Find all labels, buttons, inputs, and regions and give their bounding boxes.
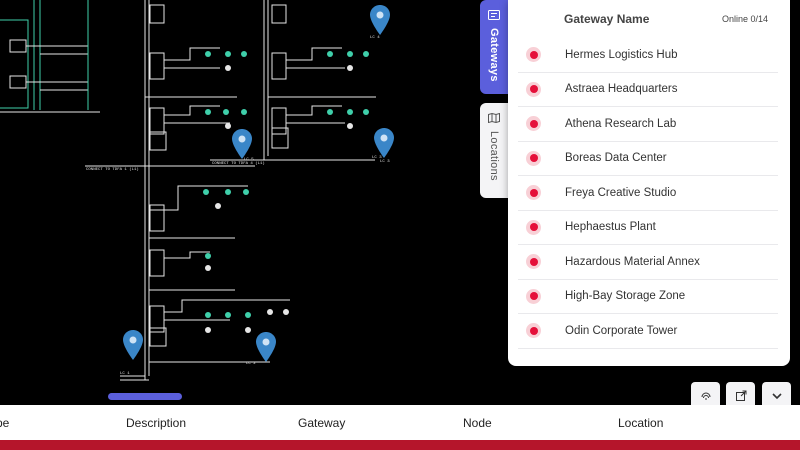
gateway-name: Astraea Headquarters bbox=[565, 83, 678, 96]
map-pin-icon[interactable] bbox=[256, 332, 276, 362]
gateway-name: Odin Corporate Tower bbox=[565, 324, 678, 337]
lc-label-a: LC 4 bbox=[370, 36, 380, 40]
tab-gateways[interactable]: Gateways bbox=[480, 0, 508, 94]
gateway-row[interactable]: Freya Creative Studio bbox=[518, 176, 778, 211]
map-pin-icon[interactable] bbox=[374, 128, 394, 158]
gateway-list: Hermes Logistics Hub Astraea Headquarter… bbox=[508, 38, 790, 349]
column-header-type[interactable]: pe bbox=[0, 416, 9, 430]
horizontal-scrollbar-thumb[interactable] bbox=[108, 393, 182, 400]
offline-status-icon bbox=[526, 254, 541, 270]
lc-label-e: LC 1 bbox=[120, 372, 130, 376]
map-pin-icon[interactable] bbox=[123, 330, 143, 360]
chevron-down-icon bbox=[771, 392, 782, 399]
gateway-name: Boreas Data Center bbox=[565, 152, 667, 165]
offline-status-icon bbox=[526, 323, 541, 339]
gateway-row[interactable]: High-Bay Storage Zone bbox=[518, 280, 778, 314]
map-icon bbox=[488, 113, 500, 123]
gateway-row[interactable]: Hephaestus Plant bbox=[518, 211, 778, 245]
gateway-name: Hermes Logistics Hub bbox=[565, 48, 678, 61]
tab-locations[interactable]: Locations bbox=[480, 103, 508, 198]
column-header-gateway[interactable]: Gateway bbox=[298, 416, 345, 430]
lc-label-f: LC 3 bbox=[380, 160, 390, 164]
gateway-row[interactable]: Odin Corporate Tower bbox=[518, 314, 778, 349]
device-table-header: pe Description Gateway Node Location bbox=[0, 405, 800, 440]
connect-label-1: CONNECT TO TDFA 1 (L1) bbox=[86, 167, 139, 172]
gateway-row[interactable]: Boreas Data Center bbox=[518, 142, 778, 176]
offline-status-icon bbox=[526, 150, 541, 166]
gateway-name-header: Gateway Name bbox=[564, 12, 650, 26]
offline-status-icon bbox=[526, 219, 541, 235]
gateway-name: Hazardous Material Annex bbox=[565, 255, 700, 268]
column-header-node[interactable]: Node bbox=[463, 416, 492, 430]
gateway-row[interactable]: Hazardous Material Annex bbox=[518, 245, 778, 280]
offline-status-icon bbox=[526, 288, 541, 304]
tab-locations-label: Locations bbox=[488, 131, 500, 181]
map-pin-icon[interactable] bbox=[370, 5, 390, 35]
lc-label-d: LC 2 bbox=[246, 362, 256, 366]
fingerprint-icon bbox=[701, 392, 710, 400]
gateway-name: Hephaestus Plant bbox=[565, 221, 656, 234]
gateway-row[interactable]: Athena Research Lab bbox=[518, 107, 778, 142]
app-root: CONNECT TO TDFA 1 (L1) CONNECT TO TDFA 4… bbox=[0, 0, 800, 450]
gateway-panel-header: Gateway Name Online 0/14 bbox=[508, 0, 790, 38]
gateway-name: Freya Creative Studio bbox=[565, 186, 677, 199]
gateway-name: High-Bay Storage Zone bbox=[565, 290, 686, 303]
gateway-panel: Gateway Name Online 0/14 Hermes Logistic… bbox=[508, 0, 790, 366]
tab-gateways-label: Gateways bbox=[488, 28, 500, 82]
connect-label-2: CONNECT TO TDFA 4 (L1) bbox=[212, 161, 265, 166]
gateway-name: Athena Research Lab bbox=[565, 117, 677, 130]
external-link-icon bbox=[735, 390, 746, 401]
gateway-row[interactable]: Astraea Headquarters bbox=[518, 73, 778, 107]
brand-strip bbox=[0, 440, 800, 450]
column-header-description[interactable]: Description bbox=[126, 416, 186, 430]
offline-status-icon bbox=[526, 81, 541, 97]
gateway-icon bbox=[488, 10, 500, 20]
column-header-location[interactable]: Location bbox=[618, 416, 663, 430]
map-pin-icon[interactable] bbox=[232, 129, 252, 159]
offline-status-icon bbox=[526, 47, 541, 63]
offline-status-icon bbox=[526, 116, 541, 132]
gateway-row[interactable]: Hermes Logistics Hub bbox=[518, 38, 778, 73]
offline-status-icon bbox=[526, 185, 541, 201]
online-count: Online 0/14 bbox=[721, 14, 768, 24]
